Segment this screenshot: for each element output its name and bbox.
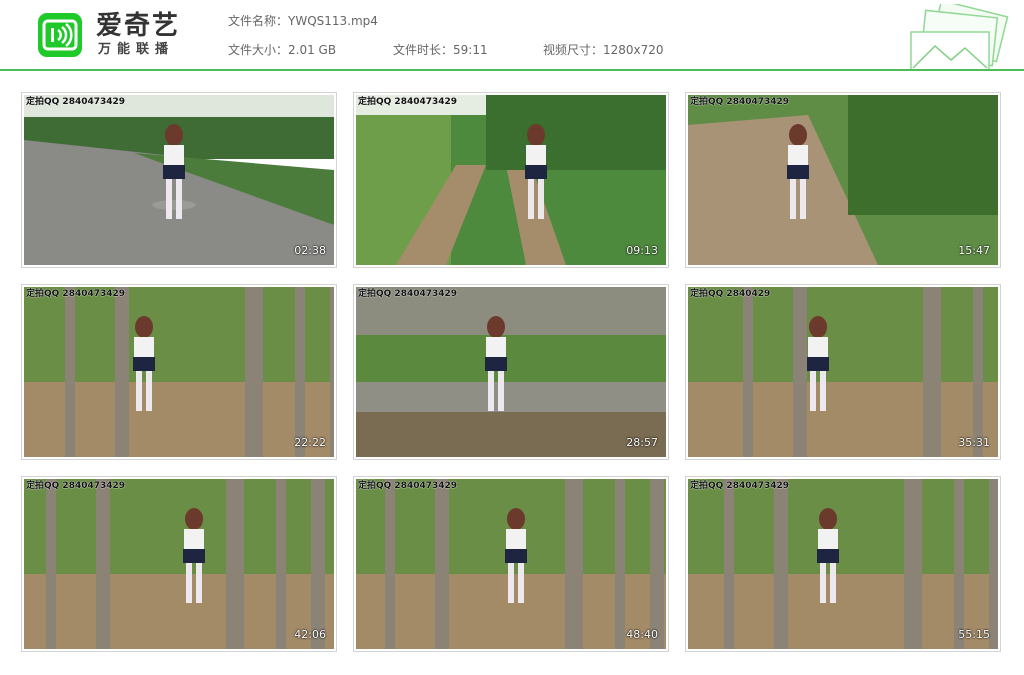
watermark-text: 定拍QQ 2840473429 (358, 289, 458, 299)
brand-slogan: 万能联播 (98, 42, 175, 57)
video-thumbnail[interactable]: 定拍QQ 2840473429 55:15 (685, 476, 1001, 652)
header-divider (0, 69, 1024, 71)
header: 爱奇艺 万能联播 文件名称：YWQS113.mp4 文件大小：2.01 GB 文… (0, 0, 1024, 72)
watermark-text: 定拍QQ 2840473429 (690, 97, 790, 107)
thumbnail-timestamp: 35:31 (958, 436, 990, 449)
thumbnail-image: 定拍QQ 2840473429 02:38 (24, 95, 334, 265)
thumbnail-image: 定拍QQ 2840429 35:31 (688, 287, 998, 457)
thumbnail-timestamp: 28:57 (626, 436, 658, 449)
file-name-label: 文件名称： (228, 14, 289, 28)
watermark-text: 定拍QQ 2840473429 (690, 481, 790, 491)
thumbnail-timestamp: 55:15 (958, 628, 990, 641)
thumbnail-timestamp: 42:06 (294, 628, 326, 641)
video-resolution-label: 视频尺寸： (543, 43, 604, 57)
thumbnail-timestamp: 15:47 (958, 244, 990, 257)
file-duration-value: 59:11 (453, 43, 488, 57)
video-thumbnail[interactable]: 定拍QQ 2840429 35:31 (685, 284, 1001, 460)
file-size-label: 文件大小： (228, 43, 289, 57)
watermark-text: 定拍QQ 2840429 (690, 289, 771, 299)
video-thumbnail[interactable]: 定拍QQ 2840473429 28:57 (353, 284, 669, 460)
watermark-text: 定拍QQ 2840473429 (26, 97, 126, 107)
iqiyi-logo-icon (38, 13, 82, 57)
thumbnail-image: 定拍QQ 2840473429 09:13 (356, 95, 666, 265)
file-size-field: 文件大小：2.01 GB (228, 43, 336, 57)
file-name-value: YWQS113.mp4 (288, 14, 378, 28)
thumbnail-image: 定拍QQ 2840473429 15:47 (688, 95, 998, 265)
video-thumbnail[interactable]: 定拍QQ 2840473429 02:38 (21, 92, 337, 268)
thumbnail-timestamp: 02:38 (294, 244, 326, 257)
video-thumbnail[interactable]: 定拍QQ 2840473429 48:40 (353, 476, 669, 652)
video-thumbnail[interactable]: 定拍QQ 2840473429 09:13 (353, 92, 669, 268)
video-resolution-field: 视频尺寸：1280x720 (543, 43, 664, 57)
thumbnail-image: 定拍QQ 2840473429 48:40 (356, 479, 666, 649)
file-name-field: 文件名称：YWQS113.mp4 (228, 14, 378, 28)
video-thumbnail[interactable]: 定拍QQ 2840473429 15:47 (685, 92, 1001, 268)
thumbnail-image: 定拍QQ 2840473429 55:15 (688, 479, 998, 649)
video-resolution-value: 1280x720 (603, 43, 664, 57)
brand-name: 爱奇艺 (96, 11, 181, 41)
file-duration-label: 文件时长： (393, 43, 454, 57)
thumbnail-timestamp: 22:22 (294, 436, 326, 449)
watermark-text: 定拍QQ 2840473429 (26, 289, 126, 299)
watermark-text: 定拍QQ 2840473429 (358, 481, 458, 491)
file-duration-field: 文件时长：59:11 (393, 43, 488, 57)
watermark-text: 定拍QQ 2840473429 (358, 97, 458, 107)
video-thumbnail[interactable]: 定拍QQ 2840473429 22:22 (21, 284, 337, 460)
watermark-text: 定拍QQ 2840473429 (26, 481, 126, 491)
video-thumbnail[interactable]: 定拍QQ 2840473429 42:06 (21, 476, 337, 652)
file-size-value: 2.01 GB (288, 43, 337, 57)
thumbnail-image: 定拍QQ 2840473429 28:57 (356, 287, 666, 457)
thumbnail-image: 定拍QQ 2840473429 42:06 (24, 479, 334, 649)
thumbnail-image: 定拍QQ 2840473429 22:22 (24, 287, 334, 457)
thumbnail-timestamp: 48:40 (626, 628, 658, 641)
photo-stack-icon (910, 4, 1009, 70)
thumbnail-timestamp: 09:13 (626, 244, 658, 257)
